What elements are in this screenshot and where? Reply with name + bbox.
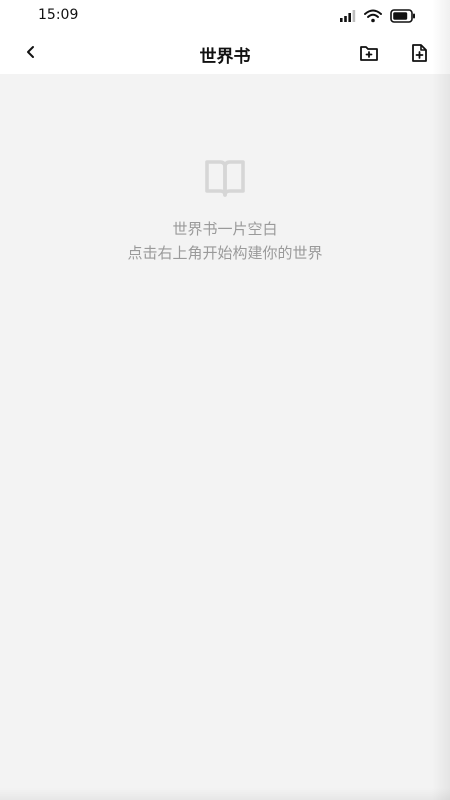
status-bar: 15:09 <box>0 0 450 32</box>
status-time: 15:09 <box>38 7 79 23</box>
new-file-button[interactable] <box>406 40 432 66</box>
empty-message-hint: 点击右上角开始构建你的世界 <box>127 244 323 262</box>
screen: 15:09 世界书 世界书一片空白 点击右上角开始构建你的世界 <box>0 0 450 800</box>
status-icons <box>340 8 416 24</box>
page-title: 世界书 <box>199 47 251 67</box>
new-folder-icon <box>360 46 378 61</box>
empty-message-title: 世界书一片空白 <box>172 220 278 238</box>
empty-state: 世界书一片空白 点击右上角开始构建你的世界 <box>0 155 450 265</box>
new-file-icon <box>412 44 427 62</box>
signal-icon <box>340 10 356 22</box>
app-header: 世界书 <box>0 32 450 74</box>
book-open-icon <box>205 160 245 197</box>
battery-icon <box>390 9 415 23</box>
new-folder-button[interactable] <box>356 40 382 66</box>
wifi-icon <box>364 9 382 23</box>
